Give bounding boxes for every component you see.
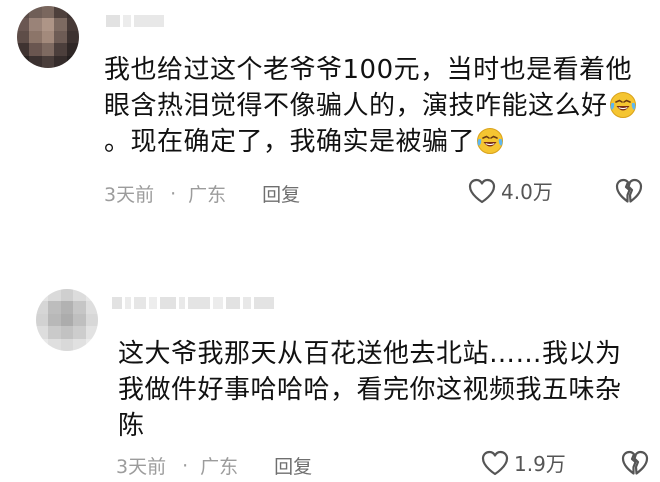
like-count: 1.9万 — [514, 452, 566, 476]
laughing-crying-emoji-icon — [609, 92, 636, 118]
like-button[interactable]: 4.0万 — [467, 176, 553, 205]
reply-button[interactable]: 回复 — [274, 452, 312, 479]
comment-location: 广东 — [188, 184, 227, 206]
comment: 这大爷我那天从百花送他去北站……我以为我做件好事哈哈哈，看完你这视频我五味杂陈 … — [0, 268, 660, 482]
username-blurred[interactable] — [112, 294, 274, 312]
dislike-button[interactable] — [620, 449, 650, 481]
laughing-crying-emoji-icon — [477, 128, 504, 154]
like-button[interactable]: 1.9万 — [480, 448, 566, 477]
comment-time: 3天前 — [104, 184, 155, 206]
dislike-button[interactable] — [614, 177, 644, 209]
comment-meta: 3天前 · 广东 回复 — [104, 180, 300, 207]
comment-location: 广东 — [200, 456, 239, 478]
username-blurred[interactable] — [106, 12, 164, 30]
broken-heart-icon — [621, 450, 649, 475]
avatar[interactable] — [17, 6, 79, 68]
broken-heart-icon — [615, 178, 643, 203]
comment-time: 3天前 — [116, 456, 167, 478]
meta-separator: · — [182, 454, 189, 477]
avatar[interactable] — [36, 289, 98, 351]
avatar-mosaic — [36, 289, 98, 351]
comment-meta: 3天前 · 广东 回复 — [116, 452, 312, 479]
comment-text-part: 。现在确定了，我确实是被骗了 — [104, 127, 476, 157]
meta-separator: · — [170, 182, 177, 205]
avatar-mosaic — [17, 6, 79, 68]
comment-text: 这大爷我那天从百花送他去北站……我以为我做件好事哈哈哈，看完你这视频我五味杂陈 — [118, 339, 622, 441]
comment-text: 我也给过这个老爷爷100元，当时也是看着他眼含热泪觉得不像骗人的，演技咋能这么好… — [104, 52, 649, 160]
reply-button[interactable]: 回复 — [262, 180, 300, 207]
comment-text-part: 我也给过这个老爷爷100元，当时也是看着他眼含热泪觉得不像骗人的，演技咋能这么好 — [104, 55, 633, 121]
heart-outline-icon — [481, 450, 509, 475]
comment: 我也给过这个老爷爷100元，当时也是看着他眼含热泪觉得不像骗人的，演技咋能这么好… — [0, 0, 660, 240]
like-count: 4.0万 — [501, 180, 553, 204]
heart-outline-icon — [468, 178, 496, 203]
